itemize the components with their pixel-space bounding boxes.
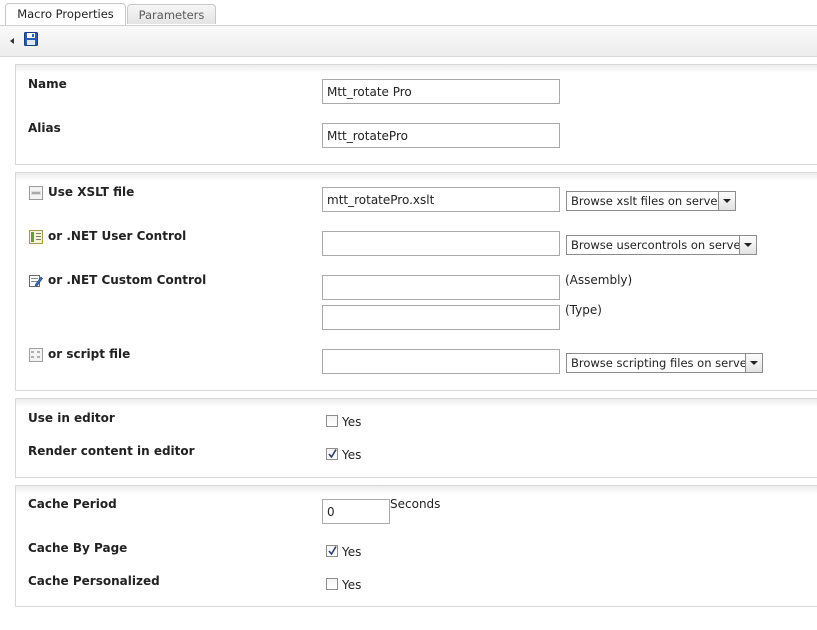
- script-file-label: or script file: [48, 347, 131, 361]
- tab-parameters[interactable]: Parameters: [127, 4, 216, 24]
- use-in-editor-checkbox[interactable]: [326, 415, 338, 427]
- cache-period-label: Cache Period: [28, 497, 117, 511]
- chevron-down-icon[interactable]: [739, 236, 756, 254]
- xslt-browse-select[interactable]: Browse xslt files on server...: [566, 191, 736, 211]
- chevron-down-icon[interactable]: [718, 192, 735, 210]
- assembly-hint: (Assembly): [565, 273, 633, 287]
- alias-input[interactable]: [322, 123, 560, 148]
- assembly-input[interactable]: [322, 275, 560, 300]
- render-content-yes: Yes: [342, 448, 362, 462]
- type-hint: (Type): [565, 303, 602, 317]
- cache-period-input[interactable]: [322, 499, 390, 524]
- name-input[interactable]: [322, 79, 560, 104]
- script-file-input[interactable]: [322, 349, 560, 374]
- use-in-editor-yes: Yes: [342, 415, 362, 429]
- cache-personalized-yes: Yes: [342, 578, 362, 592]
- xslt-browse-text: Browse xslt files on server...: [571, 194, 733, 208]
- tab-bar: Macro Properties Parameters: [0, 0, 817, 26]
- script-file-icon: [29, 348, 43, 362]
- usercontrol-browse-text: Browse usercontrols on server...: [571, 238, 756, 252]
- usercontrol-browse-select[interactable]: Browse usercontrols on server...: [566, 235, 757, 255]
- alias-label: Alias: [28, 121, 61, 135]
- xslt-label: Use XSLT file: [48, 185, 135, 199]
- chevron-down-icon[interactable]: [745, 354, 762, 372]
- collapse-arrow-icon[interactable]: [10, 38, 14, 44]
- cache-personalized-label: Cache Personalized: [28, 574, 160, 588]
- user-control-input[interactable]: [322, 231, 560, 256]
- floppy-disk-icon[interactable]: [24, 32, 38, 46]
- use-in-editor-label: Use in editor: [28, 411, 115, 425]
- cache-by-page-checkbox[interactable]: [326, 545, 338, 557]
- type-input[interactable]: [322, 305, 560, 330]
- editor-panel: [15, 398, 817, 478]
- script-browse-text: Browse scripting files on server...: [571, 356, 762, 370]
- xslt-file-input[interactable]: [322, 187, 560, 212]
- cache-personalized-checkbox[interactable]: [326, 578, 338, 590]
- user-control-label: or .NET User Control: [48, 229, 187, 243]
- render-content-checkbox[interactable]: [326, 448, 338, 460]
- name-label: Name: [28, 77, 67, 91]
- check-mark-icon: [328, 449, 337, 459]
- custom-control-label: or .NET Custom Control: [48, 273, 207, 287]
- cache-by-page-label: Cache By Page: [28, 541, 128, 555]
- toolbar: [0, 26, 817, 57]
- user-control-icon: [29, 230, 43, 244]
- cache-by-page-yes: Yes: [342, 545, 362, 559]
- check-mark-icon: [328, 546, 337, 556]
- tab-macro-properties[interactable]: Macro Properties: [5, 3, 126, 25]
- custom-control-icon: [29, 275, 43, 287]
- xslt-file-icon: [29, 186, 43, 200]
- cache-period-unit: Seconds: [390, 497, 441, 511]
- render-content-label: Render content in editor: [28, 444, 195, 458]
- script-browse-select[interactable]: Browse scripting files on server...: [566, 353, 763, 373]
- macro-editor: Macro Properties Parameters Name Alias U…: [0, 0, 817, 630]
